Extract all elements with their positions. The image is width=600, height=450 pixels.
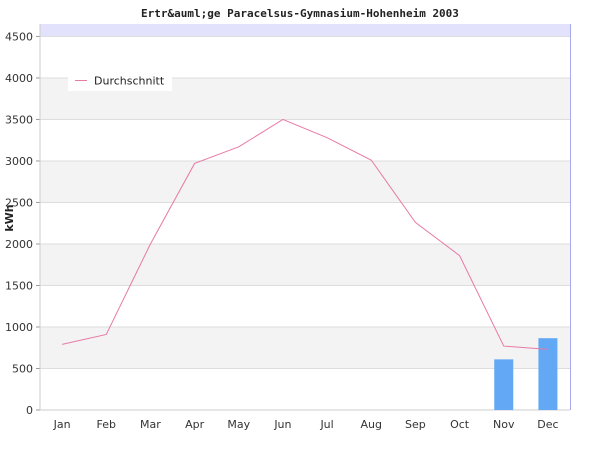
grid-band (40, 243, 570, 286)
chart: Ertr&auml;ge Paracelsus-Gymnasium-Hohenh… (3, 7, 571, 431)
x-tick-label: Apr (185, 418, 205, 431)
grid-band (40, 202, 570, 244)
grid-band (40, 24, 570, 37)
y-tick-label: 3000 (5, 155, 33, 168)
bar (494, 359, 514, 410)
y-tick-label: 4500 (5, 30, 33, 43)
x-tick-label: Jun (273, 418, 291, 431)
x-tick-label: Sep (405, 418, 426, 431)
y-tick-label: 2000 (5, 238, 33, 251)
y-tick-label: 1500 (5, 279, 33, 292)
x-tick-label: Jan (53, 418, 71, 431)
x-tick-label: Aug (361, 418, 382, 431)
y-tick-label: 1000 (5, 321, 33, 334)
chart-title: Ertr&auml;ge Paracelsus-Gymnasium-Hohenh… (141, 7, 459, 20)
y-tick-label: 3500 (5, 113, 33, 126)
y-tick-label: 4000 (5, 72, 33, 85)
y-tick-label: 2500 (5, 196, 33, 209)
x-tick-label: Dec (537, 418, 558, 431)
x-tick-label: Nov (493, 418, 515, 431)
y-tick-label: 500 (12, 362, 33, 375)
grid-band (40, 160, 570, 203)
grid-band (40, 119, 570, 161)
x-tick-label: Oct (450, 418, 470, 431)
legend: Durchschnitt (68, 70, 172, 91)
x-tick-label: Jul (319, 418, 333, 431)
legend-label-durchschnitt: Durchschnitt (94, 75, 165, 88)
x-tick-label: Mar (140, 418, 161, 431)
y-tick-label: 0 (26, 404, 33, 417)
grid-band (40, 368, 570, 410)
x-tick-label: May (227, 418, 250, 431)
x-tick-label: Feb (97, 418, 116, 431)
grid-band (40, 326, 570, 369)
